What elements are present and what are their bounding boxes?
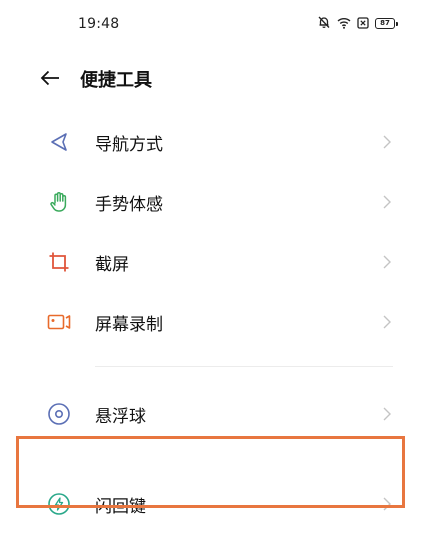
menu-item-label: 截屏: [95, 254, 129, 275]
menu-item-screen-record[interactable]: 屏幕录制: [0, 292, 447, 352]
menu-item-navigation[interactable]: 导航方式: [0, 112, 447, 172]
menu-item-floating-ball[interactable]: 悬浮球: [0, 384, 447, 444]
battery-icon: 87: [375, 18, 398, 29]
hand-gesture-icon: [46, 189, 72, 215]
chevron-right-icon: [381, 134, 393, 150]
menu-item-flashback-key[interactable]: 闪回键: [0, 474, 447, 534]
chevron-right-icon: [381, 254, 393, 270]
chevron-right-icon: [381, 194, 393, 210]
menu-item-label: 导航方式: [95, 134, 163, 155]
page-header: 便捷工具: [0, 58, 447, 98]
menu-item-label: 悬浮球: [95, 406, 146, 427]
chevron-right-icon: [381, 314, 393, 330]
menu-item-label: 闪回键: [95, 496, 146, 517]
page-title: 便捷工具: [80, 70, 152, 91]
crop-screenshot-icon: [46, 249, 72, 275]
floating-ball-icon: [46, 401, 72, 427]
section-divider: [95, 366, 393, 367]
navigation-triangle-icon: [46, 129, 72, 155]
mute-bell-icon: [317, 14, 331, 33]
back-button[interactable]: [36, 64, 64, 92]
status-bar: 19:48 87: [0, 0, 447, 48]
menu-list-secondary: 悬浮球 闪回键: [0, 384, 447, 534]
screen-record-icon: [46, 309, 72, 335]
chevron-right-icon: [381, 406, 393, 422]
status-time: 19:48: [78, 16, 120, 32]
menu-item-gesture[interactable]: 手势体感: [0, 172, 447, 232]
chevron-right-icon: [381, 496, 393, 512]
menu-list: 导航方式 手势体感 截屏 屏幕录制: [0, 112, 447, 352]
menu-item-screenshot[interactable]: 截屏: [0, 232, 447, 292]
status-icons: 87: [317, 14, 398, 33]
menu-item-label: 屏幕录制: [95, 314, 163, 335]
flashback-key-icon: [46, 491, 72, 517]
wifi-icon: [337, 14, 351, 33]
sim-none-icon: [357, 14, 369, 33]
menu-item-label: 手势体感: [95, 194, 163, 215]
back-arrow-icon: [40, 70, 59, 86]
